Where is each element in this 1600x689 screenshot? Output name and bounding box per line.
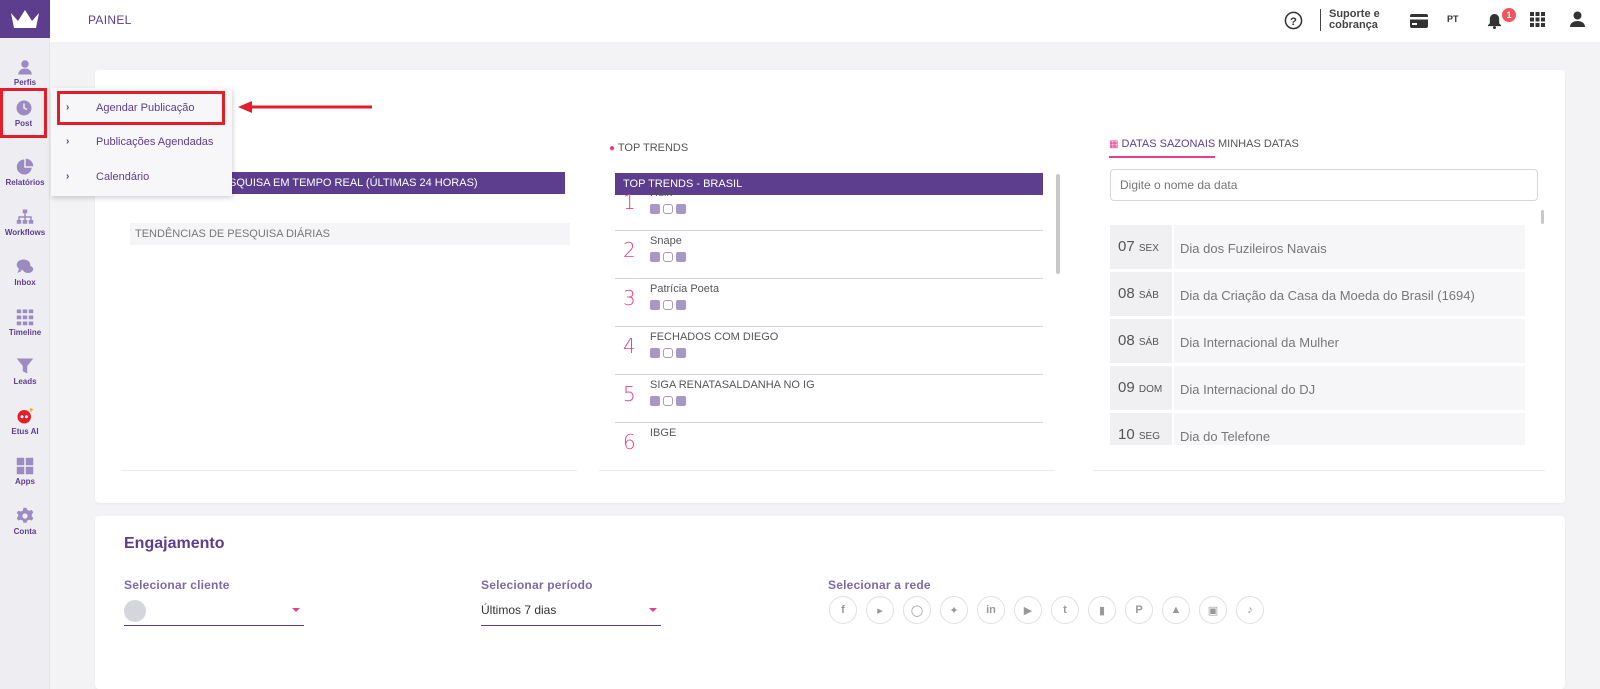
post-submenu: › Agendar Publicação › Publicações Agend… bbox=[51, 88, 232, 196]
period-label: Selecionar período bbox=[481, 578, 593, 592]
menu-item-agendar-publicacao[interactable]: › Agendar Publicação bbox=[57, 91, 225, 125]
tab-datas-sazonais[interactable]: ▦ DATAS SAZONAIS bbox=[1109, 138, 1215, 158]
social-icons bbox=[650, 204, 686, 214]
period-select[interactable]: Últimos 7 dias bbox=[481, 596, 661, 626]
sidebar-item-etus-ai[interactable]: Etus AI bbox=[0, 396, 50, 446]
sidebar-item-inbox[interactable]: Inbox bbox=[0, 247, 50, 297]
engagement-title: Engajamento bbox=[124, 535, 225, 552]
sidebar-item-label: Relatórios bbox=[5, 177, 45, 187]
funnel-icon bbox=[16, 358, 34, 373]
grid-icon bbox=[16, 309, 34, 325]
client-label: Selecionar cliente bbox=[124, 578, 230, 592]
analytics-icon[interactable]: ▮ bbox=[1088, 596, 1116, 624]
list-item[interactable]: 08 SÁB Dia Internacional da Mulher bbox=[1110, 319, 1525, 363]
sidebar-item-label: Timeline bbox=[8, 327, 42, 337]
menu-item-calendario[interactable]: › Calendário bbox=[51, 160, 232, 194]
foursquare-icon[interactable]: ▣ bbox=[1199, 596, 1227, 624]
chevron-right-icon: › bbox=[66, 171, 70, 182]
avatar bbox=[124, 600, 146, 622]
menu-item-publicacoes-agendadas[interactable]: › Publicações Agendadas bbox=[51, 125, 232, 159]
sidebar-item-leads[interactable]: Leads bbox=[0, 346, 50, 396]
adwords-icon[interactable]: ▲ bbox=[1162, 596, 1190, 624]
page-title: PAINEL bbox=[88, 13, 132, 27]
tab-minhas-datas[interactable]: MINHAS DATAS bbox=[1218, 138, 1299, 158]
sidebar-item-label: Etus AI bbox=[11, 426, 39, 436]
list-item[interactable]: 07 SEX Dia dos Fuzileiros Navais bbox=[1110, 225, 1525, 269]
sidebar-item-relatorios[interactable]: Relatórios bbox=[0, 147, 50, 197]
chevron-right-icon: › bbox=[66, 136, 70, 147]
apps-icon bbox=[16, 457, 34, 474]
sidebar-item-workflows[interactable]: Workflows bbox=[0, 197, 50, 247]
help-icon[interactable]: ? bbox=[1284, 11, 1303, 30]
person-icon bbox=[18, 59, 32, 74]
trends-card: S SQUISA EM TEMPO REAL (ÚLTIMAS 24 HORAS… bbox=[95, 70, 1565, 503]
caret-down-icon bbox=[649, 608, 657, 612]
divider bbox=[599, 470, 1055, 471]
sidebar-item-label: Inbox bbox=[14, 277, 36, 287]
gear-icon bbox=[16, 507, 34, 523]
sidebar-item-label: Workflows bbox=[4, 227, 46, 237]
linkedin-icon[interactable]: in bbox=[977, 596, 1005, 624]
facebook-icon[interactable]: f bbox=[829, 596, 857, 624]
sidebar-item-label: Leads bbox=[13, 376, 37, 386]
dates-scrollbar[interactable] bbox=[1541, 210, 1544, 224]
bell-icon[interactable] bbox=[1487, 13, 1502, 29]
sidebar-item-apps[interactable]: Apps bbox=[0, 446, 50, 496]
tiktok-icon[interactable]: ♪ bbox=[1236, 596, 1264, 624]
megaphone-icon[interactable]: ▸ bbox=[866, 596, 894, 624]
twitter-icon bbox=[676, 204, 686, 214]
twitter-icon[interactable]: ✦ bbox=[940, 596, 968, 624]
pie-chart-icon bbox=[16, 158, 34, 174]
sidebar-item-label: Conta bbox=[13, 526, 37, 536]
sidebar-item-label: Apps bbox=[15, 476, 35, 486]
sidebar: Perfis Post Relatórios Workflows Inbox T… bbox=[0, 0, 50, 689]
dates-list[interactable]: 07 SEX Dia dos Fuzileiros Navais 08 SÁB … bbox=[95, 225, 1565, 445]
client-select[interactable] bbox=[124, 596, 304, 626]
fire-icon: ● bbox=[609, 143, 616, 154]
sidebar-item-label: Post bbox=[14, 118, 33, 128]
divider bbox=[1093, 470, 1545, 471]
instagram-icon[interactable]: ◯ bbox=[903, 596, 931, 624]
support-billing-link[interactable]: Suporte e cobrança bbox=[1320, 9, 1380, 31]
credit-card-icon[interactable] bbox=[1410, 14, 1428, 28]
svg-text:?: ? bbox=[1290, 16, 1297, 28]
chat-icon bbox=[16, 259, 34, 273]
list-item[interactable]: 10 SEG Dia do Telefone bbox=[1110, 413, 1525, 445]
list-item[interactable]: 1 Hulk bbox=[615, 183, 1043, 231]
notification-badge: 1 bbox=[1502, 8, 1516, 22]
divider bbox=[121, 470, 577, 471]
calendar-icon: ▦ bbox=[1109, 139, 1119, 150]
top-bar: PAINEL ? Suporte e cobrança PT 1 bbox=[50, 0, 1600, 42]
user-icon[interactable] bbox=[1570, 11, 1585, 27]
chevron-right-icon: › bbox=[66, 102, 70, 113]
top-trends-heading: ● TOP TRENDS bbox=[609, 142, 689, 154]
youtube-icon[interactable]: ▶ bbox=[1014, 596, 1042, 624]
workflow-icon bbox=[16, 209, 34, 224]
crown-logo-icon[interactable] bbox=[0, 0, 50, 38]
tumblr-icon[interactable]: t bbox=[1051, 596, 1079, 624]
pinterest-icon[interactable]: P bbox=[1125, 596, 1153, 624]
annotation-arrow-icon bbox=[238, 101, 372, 113]
robot-icon bbox=[17, 407, 34, 423]
apps-grid-icon[interactable] bbox=[1530, 12, 1545, 27]
list-item[interactable]: 09 DOM Dia Internacional do DJ bbox=[1110, 366, 1525, 410]
engagement-card: Engajamento Selecionar cliente Seleciona… bbox=[95, 516, 1565, 689]
network-selector: f ▸ ◯ ✦ in ▶ t ▮ P ▲ ▣ ♪ bbox=[829, 596, 1264, 624]
instagram-icon bbox=[663, 204, 673, 214]
sidebar-item-post[interactable]: Post bbox=[0, 88, 47, 138]
sidebar-item-label: Perfis bbox=[13, 77, 37, 87]
network-label: Selecionar a rede bbox=[828, 578, 931, 592]
language-selector[interactable]: PT bbox=[1447, 14, 1459, 24]
caret-down-icon bbox=[292, 608, 300, 612]
sidebar-item-conta[interactable]: Conta bbox=[0, 496, 50, 546]
facebook-icon bbox=[650, 204, 660, 214]
sidebar-item-timeline[interactable]: Timeline bbox=[0, 297, 50, 347]
list-item[interactable]: 08 SÁB Dia da Criação da Casa da Moeda d… bbox=[1110, 272, 1525, 316]
date-search-input[interactable] bbox=[1110, 169, 1538, 201]
clock-icon bbox=[16, 100, 31, 115]
